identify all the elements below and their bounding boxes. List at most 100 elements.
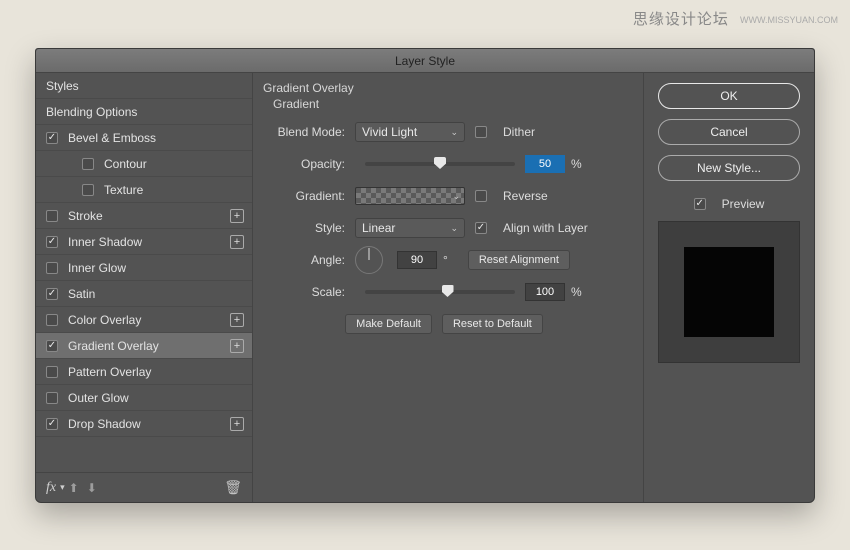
sidebar-item-label: Inner Glow [68,261,126,275]
plus-icon[interactable]: + [230,417,244,431]
make-default-button[interactable]: Make Default [345,314,432,334]
dither-label: Dither [503,125,535,139]
dither-check[interactable]: Dither [475,125,535,139]
checkbox-icon [46,392,58,404]
fx-icon[interactable]: fx [46,480,56,496]
right-column: OK Cancel New Style... Preview [644,73,814,502]
layer-style-dialog: Layer Style Styles Blending Options Bevel … [35,48,815,503]
checkbox-icon [46,262,58,274]
sidebar-item-texture[interactable]: Texture [36,177,252,203]
plus-icon[interactable]: + [230,313,244,327]
sidebar-item-contour[interactable]: Contour [36,151,252,177]
gradient-swatch[interactable]: ⌄ [355,187,465,205]
checkbox-icon [46,418,58,430]
sidebar-item-label: Pattern Overlay [68,365,151,379]
ok-button[interactable]: OK [658,83,800,109]
sidebar-item-label: Drop Shadow [68,417,141,431]
preview-box [658,221,800,363]
reset-default-button[interactable]: Reset to Default [442,314,543,334]
checkbox-icon [46,366,58,378]
sidebar-item-stroke[interactable]: Stroke + [36,203,252,229]
trash-icon[interactable]: 🗑 [224,479,242,496]
panel-section: Gradient [273,97,625,111]
effects-sidebar: Styles Blending Options Bevel & Emboss Cont… [36,73,253,502]
cancel-button[interactable]: Cancel [658,119,800,145]
angle-label: Angle: [263,253,355,267]
sidebar-item-inner-glow[interactable]: Inner Glow [36,255,252,281]
sidebar-item-drop-shadow[interactable]: Drop Shadow + [36,411,252,437]
chevron-down-icon: ⌄ [452,191,460,202]
style-select[interactable]: Linear ⌄ [355,218,465,238]
checkbox-icon [46,210,58,222]
watermark: 思缘设计论坛 WWW.MISSYUAN.COM [633,8,838,29]
sidebar-item-label: Color Overlay [68,313,141,327]
checkbox-icon [475,222,487,234]
angle-dial[interactable] [355,246,383,274]
new-style-button[interactable]: New Style... [658,155,800,181]
style-label: Style: [263,221,355,235]
reset-alignment-button[interactable]: Reset Alignment [468,250,570,270]
sidebar-item-label: Stroke [68,209,103,223]
row-angle: Angle: 90 ° Reset Alignment [263,247,625,273]
blend-mode-value: Vivid Light [362,125,417,139]
sidebar-item-styles[interactable]: Styles [36,73,252,99]
sidebar-item-pattern-overlay[interactable]: Pattern Overlay [36,359,252,385]
opacity-slider[interactable] [365,162,515,166]
row-defaults: Make Default Reset to Default [263,311,625,337]
sidebar-item-satin[interactable]: Satin [36,281,252,307]
preview-label: Preview [722,197,765,211]
checkbox-icon [694,198,706,210]
sidebar-item-label: Inner Shadow [68,235,142,249]
checkbox-icon [82,158,94,170]
reverse-check[interactable]: Reverse [475,189,548,203]
sidebar-item-bevel-emboss[interactable]: Bevel & Emboss [36,125,252,151]
scale-slider[interactable] [365,290,515,294]
panel-title: Gradient Overlay [263,81,625,95]
chevron-down-icon: ⌄ [450,127,458,138]
checkbox-icon [46,340,58,352]
sidebar-item-label: Bevel & Emboss [68,131,156,145]
plus-icon[interactable]: + [230,235,244,249]
sidebar-item-label: Texture [104,183,143,197]
blend-mode-select[interactable]: Vivid Light ⌄ [355,122,465,142]
align-label: Align with Layer [503,221,588,235]
checkbox-icon [475,190,487,202]
plus-icon[interactable]: + [230,339,244,353]
opacity-input[interactable]: 50 [525,155,565,173]
scale-input[interactable]: 100 [525,283,565,301]
row-gradient: Gradient: ⌄ Reverse [263,183,625,209]
sidebar-item-gradient-overlay[interactable]: Gradient Overlay + [36,333,252,359]
chevron-down-icon: ⌄ [450,223,458,234]
gradient-overlay-panel: Gradient Overlay Gradient Blend Mode: Vi… [253,73,644,502]
sidebar-item-label: Blending Options [46,105,137,119]
angle-input[interactable]: 90 [397,251,437,269]
sidebar-item-inner-shadow[interactable]: Inner Shadow + [36,229,252,255]
sidebar-item-label: Styles [46,79,79,93]
sidebar-item-label: Gradient Overlay [68,339,159,353]
reverse-label: Reverse [503,189,548,203]
sidebar-footer: fx ▾ ⬆ ⬇ 🗑 [36,472,252,502]
scale-unit: % [571,285,582,299]
sidebar-item-label: Outer Glow [68,391,129,405]
opacity-unit: % [571,157,582,171]
arrow-up-icon[interactable]: ⬆ [69,481,79,495]
checkbox-icon [46,132,58,144]
arrow-down-icon[interactable]: ⬇ [87,481,97,495]
dialog-body: Styles Blending Options Bevel & Emboss Cont… [36,73,814,502]
preview-swatch [684,247,774,337]
row-scale: Scale: 100 % [263,279,625,305]
checkbox-icon [46,236,58,248]
sidebar-item-outer-glow[interactable]: Outer Glow [36,385,252,411]
angle-unit: ° [443,253,448,267]
dialog-title: Layer Style [36,49,814,73]
align-check[interactable]: Align with Layer [475,221,588,235]
plus-icon[interactable]: + [230,209,244,223]
sidebar-item-blending-options[interactable]: Blending Options [36,99,252,125]
sidebar-item-color-overlay[interactable]: Color Overlay + [36,307,252,333]
gradient-label: Gradient: [263,189,355,203]
scale-label: Scale: [263,285,355,299]
blend-mode-label: Blend Mode: [263,125,355,139]
checkbox-icon [46,288,58,300]
preview-check[interactable]: Preview [658,197,800,211]
watermark-text: 思缘设计论坛 [633,11,729,28]
